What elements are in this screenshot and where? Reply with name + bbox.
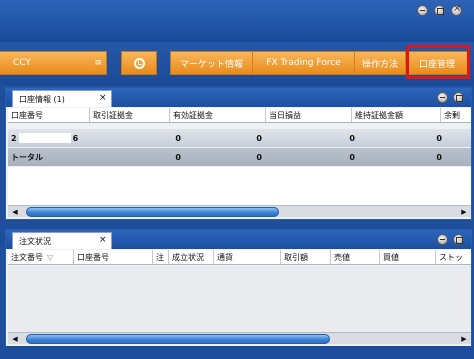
column-header[interactable]: 注 bbox=[153, 250, 169, 264]
tab-account-info[interactable]: 口座情報 (1) × bbox=[12, 90, 112, 107]
column-header[interactable]: 買値 bbox=[380, 250, 436, 264]
sort-icon: ▽ bbox=[47, 252, 54, 262]
account-number-prefix: 2 bbox=[11, 133, 17, 143]
status-bar bbox=[0, 346, 474, 359]
column-header[interactable]: 取引額 bbox=[281, 250, 331, 264]
tab-close-icon[interactable]: × bbox=[99, 235, 107, 245]
maximize-icon[interactable] bbox=[434, 5, 445, 16]
table-cell: 0 bbox=[256, 133, 262, 143]
table-cell: 0 bbox=[349, 152, 355, 162]
close-icon[interactable] bbox=[451, 3, 462, 16]
horizontal-scrollbar[interactable]: ◀ ▶ bbox=[8, 205, 471, 217]
order-table-body bbox=[8, 266, 471, 332]
scroll-right-icon[interactable]: ▶ bbox=[459, 333, 469, 345]
column-header[interactable]: ストッ bbox=[436, 250, 471, 264]
column-header[interactable]: 口座番号 bbox=[8, 108, 90, 122]
column-header[interactable]: 成立状況 bbox=[169, 250, 214, 264]
column-header[interactable]: 有効証拠金 bbox=[170, 108, 266, 122]
tab-order-status[interactable]: 注文状況 × bbox=[12, 232, 112, 249]
table-row[interactable]: トータル 0 0 0 0 bbox=[8, 148, 471, 166]
table-cell: 0 bbox=[436, 133, 442, 143]
table-cell: 0 bbox=[349, 133, 355, 143]
menu-how-to[interactable]: 操作方法 bbox=[355, 52, 406, 74]
panel-minimize-icon[interactable] bbox=[437, 92, 448, 103]
column-header[interactable]: 口座番号 bbox=[74, 250, 153, 264]
tab-label: 注文状況 bbox=[19, 236, 51, 246]
panel-minimize-icon[interactable] bbox=[437, 234, 448, 245]
minimize-icon[interactable] bbox=[417, 5, 428, 16]
account-number-cell: 2 6 bbox=[8, 129, 90, 147]
table-row[interactable]: 2 6 0 0 0 0 bbox=[8, 129, 471, 147]
tab-close-icon[interactable]: × bbox=[99, 93, 107, 103]
scroll-right-icon[interactable]: ▶ bbox=[459, 206, 469, 218]
tab-label: 口座情報 (1) bbox=[19, 94, 65, 104]
account-number-suffix: 6 bbox=[72, 133, 79, 143]
scroll-left-icon[interactable]: ◀ bbox=[10, 206, 20, 218]
horizontal-scrollbar[interactable]: ◀ ▶ bbox=[8, 332, 471, 344]
clock-icon bbox=[133, 57, 145, 69]
menu-fx-trading-force[interactable]: FX Trading Force bbox=[253, 52, 355, 74]
column-header[interactable]: 余剰 bbox=[441, 108, 471, 122]
column-header[interactable]: 注文番号 ▽ bbox=[8, 250, 74, 264]
table-cell: 0 bbox=[175, 133, 181, 143]
panel-maximize-icon[interactable] bbox=[453, 92, 464, 103]
highlight-box bbox=[406, 45, 470, 79]
account-table-header: 口座番号 取引証拠金 有効証拠金 当日損益 維持証拠金額 余剰 bbox=[8, 108, 471, 123]
column-header[interactable]: 取引証拠金 bbox=[90, 108, 170, 122]
redacted-block bbox=[18, 133, 71, 143]
title-bar bbox=[0, 0, 474, 42]
menu-market-info[interactable]: マーケット情報 bbox=[171, 52, 253, 74]
list-caret-icon: ≡ bbox=[94, 58, 102, 68]
column-header[interactable]: 当日損益 bbox=[266, 108, 352, 122]
scrollbar-thumb[interactable] bbox=[26, 207, 279, 217]
scroll-left-icon[interactable]: ◀ bbox=[10, 333, 20, 345]
column-label: 注文番号 bbox=[11, 252, 43, 262]
order-table-header: 注文番号 ▽ 口座番号 注 成立状況 通貨 取引額 売値 買値 ストッ bbox=[8, 250, 471, 265]
table-cell: 0 bbox=[256, 152, 262, 162]
column-header[interactable]: 売値 bbox=[331, 250, 380, 264]
account-info-panel: 口座情報 (1) × 口座番号 取引証拠金 有効証拠金 当日損益 維持証拠金額 … bbox=[5, 87, 472, 220]
table-empty-area bbox=[8, 167, 471, 205]
ccy-label: CCY bbox=[13, 58, 31, 68]
clock-button[interactable] bbox=[121, 51, 157, 75]
ccy-dropdown[interactable]: CCY ≡ bbox=[0, 51, 107, 75]
panel-maximize-icon[interactable] bbox=[453, 234, 464, 245]
table-cell: 0 bbox=[175, 152, 181, 162]
column-header[interactable]: 通貨 bbox=[214, 250, 281, 264]
total-label: トータル bbox=[11, 152, 43, 162]
column-header[interactable]: 維持証拠金額 bbox=[352, 108, 441, 122]
scrollbar-thumb[interactable] bbox=[26, 334, 330, 344]
order-status-panel: 注文状況 × 注文番号 ▽ 口座番号 注 成立状況 通貨 取引額 売値 買値 ス… bbox=[5, 229, 472, 347]
table-cell: 0 bbox=[436, 152, 442, 162]
